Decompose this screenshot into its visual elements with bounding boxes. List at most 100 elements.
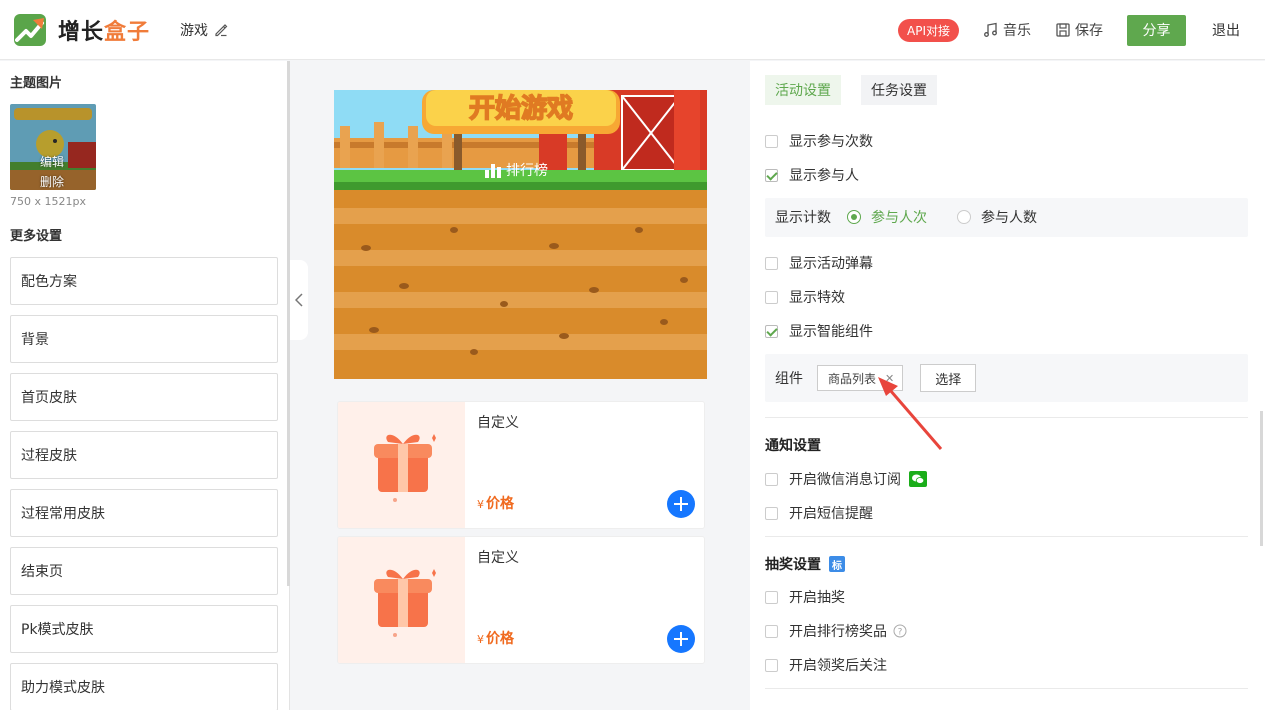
svg-text:开始游戏: 开始游戏 — [469, 94, 573, 124]
count-label: 显示计数 — [775, 210, 831, 226]
edit-icon[interactable] — [214, 23, 228, 37]
theme-image-thumbnail[interactable]: 编辑 删除 — [10, 104, 96, 190]
follow-after-prize-option[interactable]: 开启领奖后关注 — [765, 655, 887, 675]
divider — [765, 417, 1248, 418]
option-label: 显示特效 — [789, 290, 845, 306]
checkbox[interactable] — [765, 134, 778, 148]
checkbox[interactable] — [765, 624, 778, 638]
setting-item-common-process-skin[interactable]: 过程常用皮肤 — [10, 489, 278, 537]
component-label: 组件 — [775, 371, 803, 387]
radio-participant-times[interactable] — [847, 210, 861, 224]
lottery-badge: 标 — [829, 556, 845, 572]
setting-item-assist-skin[interactable]: 助力模式皮肤 — [10, 663, 278, 710]
more-settings-title: 更多设置 — [10, 229, 63, 244]
product-price: ¥ 价格 — [477, 496, 514, 512]
count-display-box: 显示计数 参与人次 参与人数 — [765, 198, 1248, 237]
option-label: 显示参与次数 — [789, 134, 873, 150]
game-banner[interactable]: 开始游戏 排行榜 — [334, 90, 707, 379]
notify-settings-title: 通知设置 — [765, 438, 821, 454]
svg-text:?: ? — [898, 628, 903, 638]
product-price: ¥ 价格 — [477, 631, 514, 647]
page-name[interactable]: 游戏 — [180, 20, 228, 40]
checkbox-checked[interactable] — [765, 324, 778, 338]
image-size-text: 750 x 1521px — [10, 195, 86, 208]
checkbox[interactable] — [765, 290, 778, 304]
rank-prize-option[interactable]: 开启排行榜奖品 ? — [765, 621, 907, 641]
music-button[interactable]: 音乐 — [983, 20, 1031, 40]
leaderboard-link[interactable]: 排行榜 — [484, 160, 548, 180]
checkbox[interactable] — [765, 590, 778, 604]
lottery-title-label: 抽奖设置 — [765, 557, 821, 573]
open-lottery-option[interactable]: 开启抽奖 — [765, 587, 845, 607]
component-tag[interactable]: 商品列表 ✕ — [817, 365, 904, 391]
show-smart-component-option[interactable]: 显示智能组件 — [765, 321, 873, 341]
tab-activity-settings[interactable]: 活动设置 — [765, 75, 841, 105]
thumb-delete-link[interactable]: 删除 — [40, 172, 64, 190]
chevron-left-icon — [295, 293, 303, 307]
setting-item-color-scheme[interactable]: 配色方案 — [10, 257, 278, 305]
product-card[interactable]: 自定义 ¥ 价格 — [337, 536, 705, 664]
setting-item-pk-skin[interactable]: Pk模式皮肤 — [10, 605, 278, 653]
option-label: 显示活动弹幕 — [789, 256, 873, 272]
right-scrollbar[interactable] — [1260, 411, 1263, 546]
option-label: 开启抽奖 — [789, 590, 845, 606]
api-badge[interactable]: API对接 — [898, 18, 959, 42]
setting-item-process-skin[interactable]: 过程皮肤 — [10, 431, 278, 479]
collapse-panel-button[interactable] — [290, 260, 308, 340]
option-label: 开启排行榜奖品 — [789, 624, 887, 640]
wechat-subscribe-option[interactable]: 开启微信消息订阅 — [765, 469, 927, 489]
help-icon[interactable]: ? — [893, 624, 907, 638]
right-settings-panel: 活动设置 任务设置 显示参与次数 显示参与人 显示计数 参与人次 参与人数 显示… — [750, 61, 1265, 710]
lottery-settings-title: 抽奖设置 标 — [765, 554, 845, 574]
tag-label: 商品列表 — [828, 371, 877, 386]
show-danmu-option[interactable]: 显示活动弹幕 — [765, 253, 873, 273]
show-participants-option[interactable]: 显示参与人 — [765, 165, 859, 185]
gift-icon — [374, 434, 436, 502]
option-label: 开启领奖后关注 — [789, 658, 887, 674]
growth-logo-icon — [14, 13, 46, 46]
exit-button[interactable]: 退出 — [1212, 20, 1240, 40]
divider — [765, 536, 1248, 537]
tab-task-settings[interactable]: 任务设置 — [861, 75, 937, 105]
radio-label: 参与人次 — [871, 210, 927, 226]
radio-participant-count[interactable] — [957, 210, 971, 224]
option-label: 开启短信提醒 — [789, 506, 873, 522]
component-select-box: 组件 商品列表 ✕ 选择 — [765, 354, 1248, 402]
page-name-label: 游戏 — [180, 22, 209, 39]
logo-text: 增长盒子 — [58, 19, 151, 45]
logo[interactable]: 增长盒子 — [14, 13, 151, 46]
add-to-cart-button[interactable] — [667, 490, 695, 518]
thumb-edit-link[interactable]: 编辑 — [40, 152, 64, 172]
checkbox-checked[interactable] — [765, 168, 778, 182]
music-label: 音乐 — [1003, 23, 1031, 39]
setting-item-background[interactable]: 背景 — [10, 315, 278, 363]
option-label: 开启微信消息订阅 — [789, 472, 901, 488]
checkbox[interactable] — [765, 658, 778, 672]
theme-image-title: 主题图片 — [10, 76, 63, 91]
radio-label: 参与人数 — [981, 210, 1037, 226]
save-button[interactable]: 保存 — [1055, 20, 1103, 40]
add-to-cart-button[interactable] — [667, 625, 695, 653]
setting-item-end-page[interactable]: 结束页 — [10, 547, 278, 595]
checkbox[interactable] — [765, 472, 778, 486]
select-button[interactable]: 选择 — [920, 364, 977, 392]
wechat-icon — [909, 471, 927, 487]
save-icon — [1056, 23, 1070, 37]
divider — [765, 688, 1248, 689]
checkbox[interactable] — [765, 506, 778, 520]
sms-reminder-option[interactable]: 开启短信提醒 — [765, 503, 873, 523]
product-name: 自定义 — [477, 550, 519, 566]
checkbox[interactable] — [765, 256, 778, 270]
setting-item-home-skin[interactable]: 首页皮肤 — [10, 373, 278, 421]
top-header: 增长盒子 游戏 API对接 音乐 保存 分享 退出 — [0, 0, 1265, 60]
show-effect-option[interactable]: 显示特效 — [765, 287, 845, 307]
product-card[interactable]: 自定义 ¥ 价格 — [337, 401, 705, 529]
music-icon — [984, 22, 997, 37]
close-icon[interactable]: ✕ — [885, 372, 894, 385]
show-participation-count-option[interactable]: 显示参与次数 — [765, 131, 873, 151]
option-label: 显示参与人 — [789, 168, 859, 184]
game-scene-illustration: 开始游戏 — [334, 90, 707, 379]
bar-chart-icon — [485, 164, 501, 178]
gift-icon — [374, 569, 436, 637]
share-button[interactable]: 分享 — [1127, 14, 1186, 46]
